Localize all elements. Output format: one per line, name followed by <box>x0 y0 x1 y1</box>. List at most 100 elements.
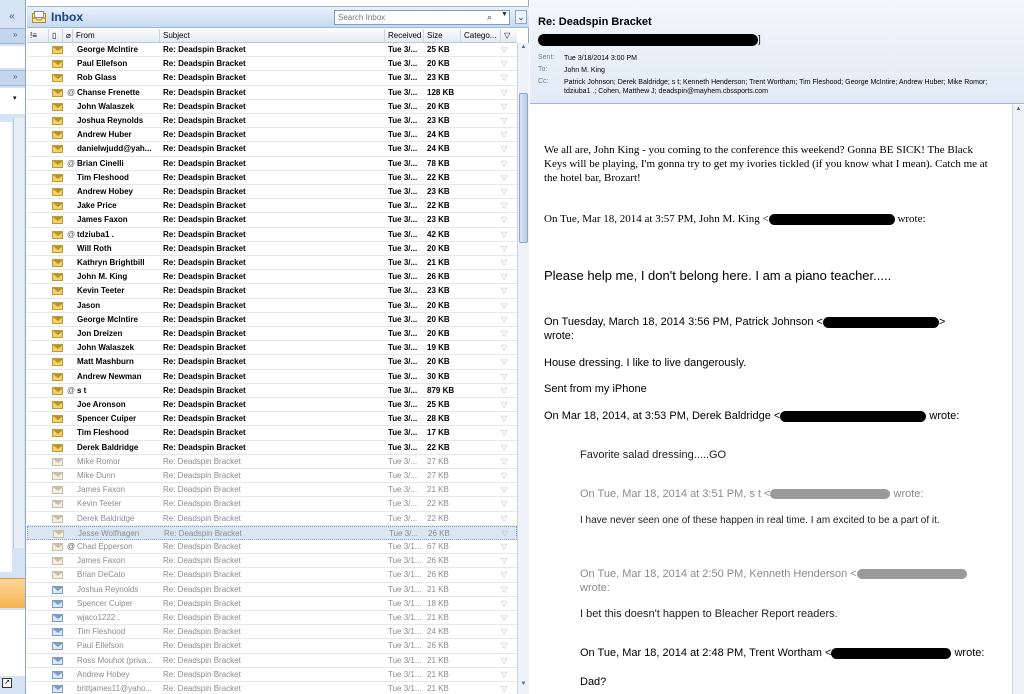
table-row[interactable]: Derek Baldridge Re: Deadspin Bracket Tue 3… <box>27 441 517 455</box>
flag-icon[interactable]: ▽ <box>501 244 510 253</box>
message-from[interactable]: ] <box>538 34 761 46</box>
table-row[interactable]: Spencer Cuiper Re: Deadspin Bracket Tue 3/… <box>27 412 517 427</box>
table-row[interactable]: James Faxon Re: Deadspin Bracket Tue 3/...… <box>27 483 517 498</box>
column-categories[interactable]: Catego... <box>461 29 501 43</box>
expand-search-icon[interactable]: ⌄ <box>515 10 527 24</box>
icon-column-icon[interactable]: ▯ <box>49 29 63 43</box>
table-row[interactable]: Joshua Reynolds Re: Deadspin Bracket Tue 3… <box>27 114 517 129</box>
shortcut-icon[interactable]: ↗ <box>2 678 12 688</box>
flag-icon[interactable]: ▽ <box>501 570 510 579</box>
table-row[interactable]: danielwjudd@yah... Re: Deadspin Bracket Tu… <box>27 142 517 157</box>
table-row[interactable]: Brian DeCato Re: Deadspin Bracket Tue 3/1.… <box>27 568 517 583</box>
to-value[interactable]: John M. King <box>564 66 1014 75</box>
flag-icon[interactable]: ▽ <box>501 88 510 97</box>
flag-icon[interactable]: ▽ <box>501 627 510 636</box>
flag-icon[interactable]: ▽ <box>501 159 510 168</box>
flag-icon[interactable]: ▽ <box>502 529 511 538</box>
table-row[interactable]: Paul Ellefson Re: Deadspin Bracket Tue 3/.… <box>27 57 517 72</box>
flag-icon[interactable]: ▽ <box>501 613 510 622</box>
flag-icon[interactable]: ▽ <box>501 485 510 494</box>
flag-icon[interactable]: ▽ <box>501 187 510 196</box>
flag-icon[interactable]: ▽ <box>501 329 510 338</box>
search-icon[interactable]: ⌕ <box>487 12 492 23</box>
reading-pane-scrollbar[interactable]: ▲ <box>1012 105 1024 694</box>
cc-value[interactable]: Patrick Johnson; Derek Baldridge; s t; K… <box>564 78 1014 96</box>
flag-icon[interactable]: ▽ <box>501 599 510 608</box>
table-row[interactable]: Tim Fleshood Re: Deadspin Bracket Tue 3/..… <box>27 426 517 441</box>
flag-icon[interactable]: ▽ <box>501 400 510 409</box>
flag-icon[interactable]: ▽ <box>501 59 510 68</box>
importance-column-icon[interactable]: !≡ <box>27 29 49 43</box>
flag-icon[interactable]: ▽ <box>501 201 510 210</box>
table-row[interactable]: John M. King Re: Deadspin Bracket Tue 3/..… <box>27 270 517 285</box>
search-input[interactable] <box>334 10 510 25</box>
flag-icon[interactable]: ▽ <box>501 443 510 452</box>
flag-icon[interactable]: ▽ <box>501 641 510 650</box>
table-row[interactable]: @ tdziuba1 . Re: Deadspin Bracket Tue 3/...… <box>27 228 517 242</box>
list-scroll-thumb[interactable] <box>519 93 528 243</box>
search-options-dropdown-icon[interactable]: ▼ <box>501 11 508 18</box>
table-row[interactable]: Paul Ellefson Re: Deadspin Bracket Tue 3/1… <box>27 639 517 654</box>
flag-icon[interactable]: ▽ <box>501 514 510 523</box>
collapse-nav-icon[interactable]: « <box>2 10 22 24</box>
table-row[interactable]: @ Chad Epperson Re: Deadspin Bracket Tue 3/… <box>27 540 517 555</box>
nav-section-header[interactable]: » <box>0 28 25 44</box>
table-row[interactable]: Joe Aronson Re: Deadspin Bracket Tue 3/...… <box>27 398 517 413</box>
table-row[interactable]: Derek Baldridge Re: Deadspin Bracket Tue 3… <box>27 512 517 526</box>
flag-column-icon[interactable]: ▽ <box>501 29 517 43</box>
table-row[interactable]: brittjames11@yaho... Re: Deadspin Bracket… <box>27 682 517 694</box>
flag-icon[interactable]: ▽ <box>501 414 510 423</box>
flag-icon[interactable]: ▽ <box>501 656 510 665</box>
scroll-down-icon[interactable]: ▼ <box>519 681 528 691</box>
scroll-up-icon[interactable]: ▲ <box>519 44 528 54</box>
table-row[interactable]: Mike Romor Re: Deadspin Bracket Tue 3/... 2… <box>27 455 517 469</box>
table-row[interactable]: Andrew Hobey Re: Deadspin Bracket Tue 3/..… <box>27 185 517 200</box>
flag-icon[interactable]: ▽ <box>501 357 510 366</box>
list-scrollbar[interactable]: ▲ ▼ <box>517 43 529 694</box>
flag-icon[interactable]: ▽ <box>501 116 510 125</box>
flag-icon[interactable]: ▽ <box>501 585 510 594</box>
flag-icon[interactable]: ▽ <box>501 684 510 693</box>
flag-icon[interactable]: ▽ <box>501 45 510 54</box>
table-row[interactable]: Will Roth Re: Deadspin Bracket Tue 3/... 20… <box>27 242 517 256</box>
flag-icon[interactable]: ▽ <box>501 173 510 182</box>
flag-icon[interactable]: ▽ <box>501 215 510 224</box>
flag-icon[interactable]: ▽ <box>501 301 510 310</box>
flag-icon[interactable]: ▽ <box>501 372 510 381</box>
reader-scroll-up-icon[interactable]: ▲ <box>1014 106 1023 116</box>
table-row[interactable]: Jason Re: Deadspin Bracket Tue 3/... 20 KB ▽ <box>27 299 517 313</box>
table-row[interactable]: @ s t Re: Deadspin Bracket Tue 3/... 879 KB ▽ <box>27 384 517 398</box>
table-row[interactable]: George McIntire Re: Deadspin Bracket Tue 3… <box>27 43 517 58</box>
flag-icon[interactable]: ▽ <box>501 286 510 295</box>
table-row[interactable]: Joshua Reynolds Re: Deadspin Bracket Tue 3… <box>27 583 517 597</box>
flag-icon[interactable]: ▽ <box>501 258 510 267</box>
flag-icon[interactable]: ▽ <box>501 457 510 466</box>
nav-section-header-2[interactable]: » <box>0 70 25 86</box>
table-row[interactable]: Jon Dreizen Re: Deadspin Bracket Tue 3/...… <box>27 327 517 342</box>
flag-icon[interactable]: ▽ <box>501 428 510 437</box>
column-from[interactable]: From <box>73 29 160 43</box>
flag-icon[interactable]: ▽ <box>501 315 510 324</box>
flag-icon[interactable]: ▽ <box>501 144 510 153</box>
flag-icon[interactable]: ▽ <box>501 471 510 480</box>
table-row[interactable]: James Faxon Re: Deadspin Bracket Tue 3/...… <box>27 213 517 228</box>
flag-icon[interactable]: ▽ <box>501 386 510 395</box>
flag-icon[interactable]: ▽ <box>501 230 510 239</box>
nav-scrollbar[interactable] <box>13 118 24 548</box>
table-row[interactable]: Jake Price Re: Deadspin Bracket Tue 3/... 2… <box>27 199 517 214</box>
flag-icon[interactable]: ▽ <box>501 670 510 679</box>
attachment-column-icon[interactable]: ⌀ <box>63 29 73 43</box>
table-row[interactable]: Tim Fleshood Re: Deadspin Bracket Tue 3/..… <box>27 171 517 185</box>
table-row[interactable]: Kevin Teeter Re: Deadspin Bracket Tue 3/..… <box>27 497 517 512</box>
flag-icon[interactable]: ▽ <box>501 542 510 551</box>
table-row[interactable]: Matt Mashburn Re: Deadspin Bracket Tue 3/.… <box>27 355 517 370</box>
table-row[interactable]: Andrew Huber Re: Deadspin Bracket Tue 3/..… <box>27 128 517 143</box>
flag-icon[interactable]: ▽ <box>501 102 510 111</box>
column-subject[interactable]: Subject <box>160 29 385 43</box>
column-received[interactable]: Received <box>385 29 424 43</box>
flag-icon[interactable]: ▽ <box>501 343 510 352</box>
nav-selected-module[interactable] <box>0 578 25 608</box>
table-row[interactable]: @ Brian Cinelli Re: Deadspin Bracket Tue 3/… <box>27 157 517 171</box>
flag-icon[interactable]: ▽ <box>501 130 510 139</box>
table-row[interactable]: Kevin Teeter Re: Deadspin Bracket Tue 3/..… <box>27 284 517 299</box>
